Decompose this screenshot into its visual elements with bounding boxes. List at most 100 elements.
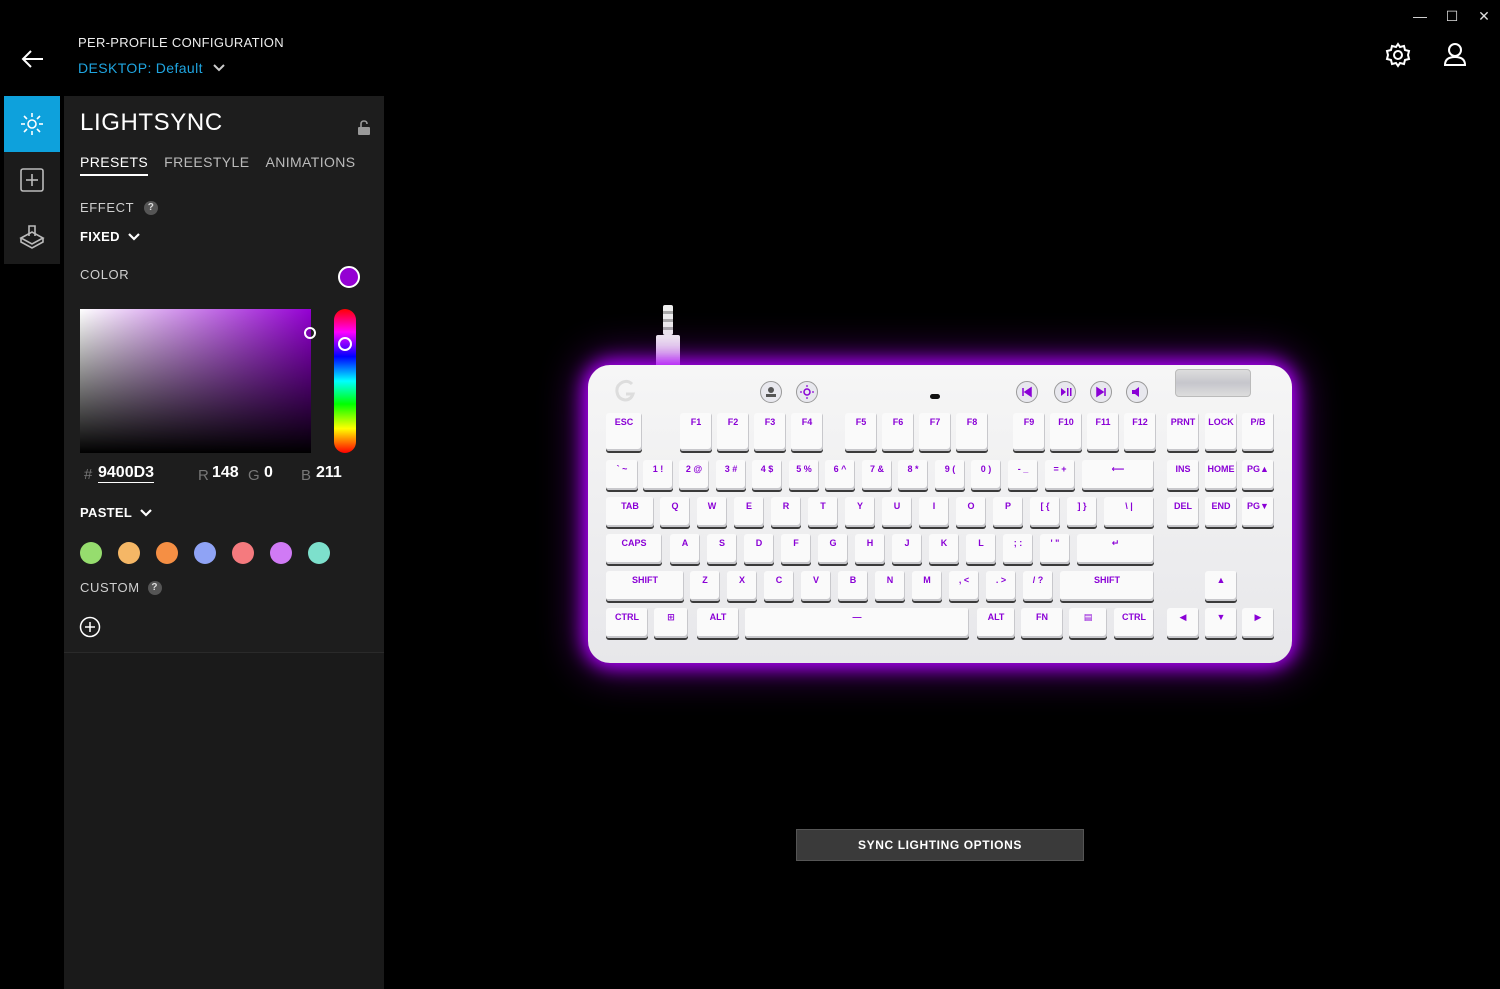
palette-swatch[interactable] xyxy=(156,542,178,564)
hue-handle[interactable] xyxy=(338,337,352,351)
keyboard-key[interactable]: 3 # xyxy=(716,460,746,490)
hue-slider[interactable] xyxy=(334,309,356,453)
keyboard-key[interactable]: ▤ xyxy=(1069,608,1107,638)
keyboard-key[interactable]: P/B xyxy=(1242,413,1274,451)
keyboard-key[interactable]: PG▼ xyxy=(1242,497,1274,527)
keyboard-key[interactable]: 6 ^ xyxy=(825,460,855,490)
keyboard-key[interactable]: ⊞ xyxy=(654,608,688,638)
keyboard-key[interactable]: ALT xyxy=(697,608,739,638)
keyboard-key[interactable]: F8 xyxy=(956,413,988,451)
palette-dropdown[interactable]: PASTEL xyxy=(80,505,152,520)
next-track-key[interactable] xyxy=(1090,381,1112,403)
keyboard-key[interactable]: ▼ xyxy=(1205,608,1237,638)
tab-animations[interactable]: ANIMATIONS xyxy=(265,154,355,176)
keyboard-key[interactable]: B xyxy=(838,571,868,601)
keyboard-key[interactable]: F5 xyxy=(845,413,877,451)
b-input[interactable]: 211 xyxy=(316,464,342,482)
keyboard-key[interactable]: TAB xyxy=(606,497,654,527)
keyboard-key[interactable]: F7 xyxy=(919,413,951,451)
keyboard-key[interactable]: W xyxy=(697,497,727,527)
keyboard-key[interactable]: 4 $ xyxy=(752,460,782,490)
keyboard-key[interactable]: 8 * xyxy=(898,460,928,490)
g-input[interactable]: 0 xyxy=(264,464,273,482)
keyboard-key[interactable]: CTRL xyxy=(606,608,648,638)
minimize-button[interactable]: — xyxy=(1408,6,1432,26)
keyboard-key[interactable]: CAPS xyxy=(606,534,662,564)
account-button[interactable] xyxy=(1440,40,1470,70)
keyboard-key[interactable]: ↵ xyxy=(1077,534,1154,564)
keyboard-key[interactable]: R xyxy=(771,497,801,527)
keyboard-key[interactable]: ALT xyxy=(977,608,1015,638)
keyboard-key[interactable]: D xyxy=(744,534,774,564)
keyboard-key[interactable]: ` ~ xyxy=(606,460,638,490)
keyboard-key[interactable]: P xyxy=(993,497,1023,527)
keyboard-key[interactable]: F12 xyxy=(1124,413,1156,451)
saturation-value-picker[interactable] xyxy=(80,309,316,453)
palette-swatch[interactable] xyxy=(232,542,254,564)
keyboard-key[interactable]: , < xyxy=(949,571,979,601)
game-mode-key[interactable] xyxy=(760,381,782,403)
keyboard-key[interactable]: . > xyxy=(986,571,1016,601)
keyboard-key[interactable]: C xyxy=(764,571,794,601)
keyboard-key[interactable]: A xyxy=(670,534,700,564)
keyboard-key[interactable]: M xyxy=(912,571,942,601)
keyboard-key[interactable]: F2 xyxy=(717,413,749,451)
keyboard-key[interactable]: — xyxy=(745,608,969,638)
keyboard-key[interactable]: ESC xyxy=(606,413,642,451)
keyboard-key[interactable]: \ | xyxy=(1104,497,1154,527)
back-button[interactable] xyxy=(18,44,48,74)
keyboard-key[interactable]: H xyxy=(855,534,885,564)
palette-swatch[interactable] xyxy=(118,542,140,564)
keyboard-key[interactable]: Z xyxy=(690,571,720,601)
help-icon[interactable]: ? xyxy=(147,580,162,595)
keyboard-key[interactable]: 0 ) xyxy=(971,460,1001,490)
keyboard-key[interactable]: 5 % xyxy=(789,460,819,490)
keyboard-key[interactable]: / ? xyxy=(1023,571,1053,601)
keyboard-key[interactable]: ▶ xyxy=(1242,608,1274,638)
lock-button[interactable] xyxy=(357,120,371,136)
volume-roller[interactable] xyxy=(1175,369,1251,397)
keyboard-key[interactable]: E xyxy=(734,497,764,527)
keyboard-key[interactable]: F xyxy=(781,534,811,564)
add-custom-color-button[interactable] xyxy=(79,616,101,638)
keyboard-key[interactable]: FN xyxy=(1021,608,1063,638)
keyboard-key[interactable]: END xyxy=(1205,497,1237,527)
hex-input[interactable]: 9400D3 xyxy=(98,464,155,483)
tab-presets[interactable]: PRESETS xyxy=(80,154,149,176)
keyboard-key[interactable]: ▲ xyxy=(1205,571,1237,601)
play-pause-key[interactable] xyxy=(1054,381,1076,403)
keyboard-key[interactable]: F6 xyxy=(882,413,914,451)
keyboard-key[interactable]: F11 xyxy=(1087,413,1119,451)
profile-selector[interactable]: DESKTOP: Default xyxy=(78,60,225,76)
sv-handle[interactable] xyxy=(304,327,316,339)
keyboard-key[interactable]: ] } xyxy=(1067,497,1097,527)
r-input[interactable]: 148 xyxy=(212,464,239,482)
keyboard-key[interactable]: ; : xyxy=(1003,534,1033,564)
palette-swatch[interactable] xyxy=(80,542,102,564)
keyboard-key[interactable]: ⟵ xyxy=(1082,460,1154,490)
keyboard-key[interactable]: ' " xyxy=(1040,534,1070,564)
keyboard-key[interactable]: 9 ( xyxy=(935,460,965,490)
keyboard-key[interactable]: PRNT xyxy=(1167,413,1199,451)
keyboard-key[interactable]: L xyxy=(966,534,996,564)
keyboard-key[interactable]: DEL xyxy=(1167,497,1199,527)
keyboard-key[interactable]: J xyxy=(892,534,922,564)
keyboard-key[interactable]: I xyxy=(919,497,949,527)
keyboard-key[interactable]: 7 & xyxy=(862,460,892,490)
nav-assignments[interactable] xyxy=(4,152,60,208)
brightness-key[interactable] xyxy=(796,381,818,403)
keyboard-key[interactable]: ◀ xyxy=(1167,608,1199,638)
keyboard-key[interactable]: X xyxy=(727,571,757,601)
nav-game-mode[interactable] xyxy=(4,208,60,264)
tab-freestyle[interactable]: FREESTYLE xyxy=(164,154,249,176)
keyboard-key[interactable]: F10 xyxy=(1050,413,1082,451)
keyboard-key[interactable]: - _ xyxy=(1008,460,1038,490)
keyboard-key[interactable]: = + xyxy=(1045,460,1075,490)
keyboard-key[interactable]: CTRL xyxy=(1114,608,1154,638)
keyboard-key[interactable]: PG▲ xyxy=(1242,460,1274,490)
maximize-button[interactable]: ☐ xyxy=(1440,6,1464,26)
keyboard-key[interactable]: N xyxy=(875,571,905,601)
keyboard-key[interactable]: Y xyxy=(845,497,875,527)
keyboard-key[interactable]: O xyxy=(956,497,986,527)
palette-swatch[interactable] xyxy=(194,542,216,564)
